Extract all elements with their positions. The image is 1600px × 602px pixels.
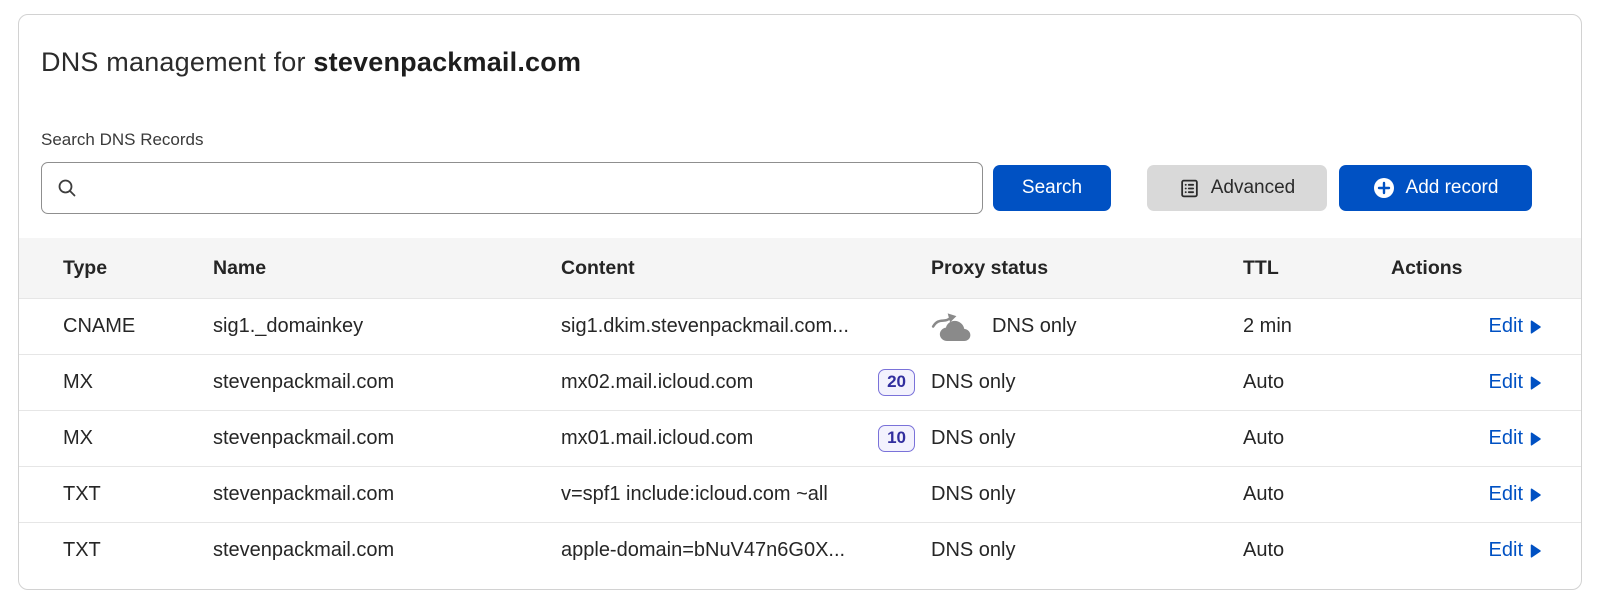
edit-button[interactable]: Edit [1489, 371, 1541, 394]
record-actions-cell: Edit [1391, 539, 1541, 562]
record-actions-cell: Edit [1391, 315, 1541, 338]
column-header-ttl: TTL [1243, 257, 1391, 280]
column-header-actions: Actions [1391, 257, 1541, 280]
add-record-button-label: Add record [1406, 177, 1499, 199]
record-content: mx02.mail.icloud.com [561, 371, 753, 394]
record-type: MX [63, 371, 213, 394]
record-actions-cell: Edit [1391, 371, 1541, 394]
column-header-content: Content [561, 257, 931, 280]
proxy-status-text: DNS only [931, 483, 1015, 506]
table-row: MX stevenpackmail.com mx02.mail.icloud.c… [19, 354, 1581, 410]
record-ttl: Auto [1243, 483, 1391, 506]
proxy-status-text: DNS only [931, 371, 1015, 394]
record-name: stevenpackmail.com [213, 427, 561, 450]
caret-right-icon [1530, 376, 1541, 390]
record-actions-cell: Edit [1391, 483, 1541, 506]
record-content-cell: sig1.dkim.stevenpackmail.com... [561, 315, 931, 338]
proxy-status-cell: DNS only [931, 539, 1243, 562]
proxy-status-text: DNS only [931, 539, 1015, 562]
record-content: v=spf1 include:icloud.com ~all [561, 483, 828, 506]
proxy-status-cell: DNS only [931, 371, 1243, 394]
record-actions-cell: Edit [1391, 427, 1541, 450]
record-name: stevenpackmail.com [213, 371, 561, 394]
record-name: sig1._domainkey [213, 315, 561, 338]
mx-priority-badge: 10 [878, 425, 915, 451]
search-box[interactable] [41, 162, 983, 214]
column-header-type: Type [63, 257, 213, 280]
proxy-status-cell: DNS only [931, 311, 1243, 342]
proxy-status-cell: DNS only [931, 483, 1243, 506]
table-row: TXT stevenpackmail.com apple-domain=bNuV… [19, 522, 1581, 578]
record-type: MX [63, 427, 213, 450]
plus-circle-icon [1373, 177, 1395, 199]
proxy-status-cell: DNS only [931, 427, 1243, 450]
table-header-row: Type Name Content Proxy status TTL Actio… [19, 238, 1581, 298]
record-ttl: Auto [1243, 539, 1391, 562]
table-row: CNAME sig1._domainkey sig1.dkim.stevenpa… [19, 298, 1581, 354]
record-type: TXT [63, 539, 213, 562]
caret-right-icon [1530, 320, 1541, 334]
proxy-status-text: DNS only [992, 315, 1076, 338]
search-label: Search DNS Records [41, 130, 1581, 150]
record-content: mx01.mail.icloud.com [561, 427, 753, 450]
record-type: TXT [63, 483, 213, 506]
advanced-button-label: Advanced [1211, 177, 1296, 199]
caret-right-icon [1530, 432, 1541, 446]
edit-button-label: Edit [1489, 539, 1523, 562]
search-icon [56, 177, 78, 199]
caret-right-icon [1530, 488, 1541, 502]
edit-button-label: Edit [1489, 427, 1523, 450]
record-content-cell: mx02.mail.icloud.com 20 [561, 369, 931, 395]
dns-management-card: DNS management for stevenpackmail.com Se… [18, 14, 1582, 590]
search-input[interactable] [88, 163, 968, 213]
record-type: CNAME [63, 315, 213, 338]
column-header-proxy-status: Proxy status [931, 257, 1243, 280]
search-button[interactable]: Search [993, 165, 1111, 211]
caret-right-icon [1530, 544, 1541, 558]
page-title-prefix: DNS management for [41, 47, 313, 77]
record-name: stevenpackmail.com [213, 483, 561, 506]
table-body: CNAME sig1._domainkey sig1.dkim.stevenpa… [19, 298, 1581, 578]
record-ttl: Auto [1243, 371, 1391, 394]
column-header-name: Name [213, 257, 561, 280]
advanced-button[interactable]: Advanced [1147, 165, 1327, 211]
record-name: stevenpackmail.com [213, 539, 561, 562]
dns-only-cloud-icon [931, 311, 976, 342]
mx-priority-badge: 20 [878, 369, 915, 395]
edit-button[interactable]: Edit [1489, 315, 1541, 338]
edit-button-label: Edit [1489, 315, 1523, 338]
list-document-icon [1179, 178, 1200, 199]
edit-button-label: Edit [1489, 371, 1523, 394]
record-ttl: 2 min [1243, 315, 1391, 338]
record-content-cell: mx01.mail.icloud.com 10 [561, 425, 931, 451]
add-record-button[interactable]: Add record [1339, 165, 1532, 211]
edit-button-label: Edit [1489, 483, 1523, 506]
record-content-cell: apple-domain=bNuV47n6G0X... [561, 539, 931, 562]
record-content-cell: v=spf1 include:icloud.com ~all [561, 483, 931, 506]
record-content: sig1.dkim.stevenpackmail.com... [561, 315, 849, 338]
table-row: TXT stevenpackmail.com v=spf1 include:ic… [19, 466, 1581, 522]
edit-button[interactable]: Edit [1489, 539, 1541, 562]
edit-button[interactable]: Edit [1489, 427, 1541, 450]
proxy-status-text: DNS only [931, 427, 1015, 450]
dns-records-table: Type Name Content Proxy status TTL Actio… [19, 238, 1581, 578]
domain-name: stevenpackmail.com [313, 47, 581, 77]
record-ttl: Auto [1243, 427, 1391, 450]
dns-toolbar: Search Advanced Add record [41, 162, 1581, 214]
record-content: apple-domain=bNuV47n6G0X... [561, 539, 845, 562]
page-title: DNS management for stevenpackmail.com [41, 47, 1581, 78]
table-row: MX stevenpackmail.com mx01.mail.icloud.c… [19, 410, 1581, 466]
edit-button[interactable]: Edit [1489, 483, 1541, 506]
